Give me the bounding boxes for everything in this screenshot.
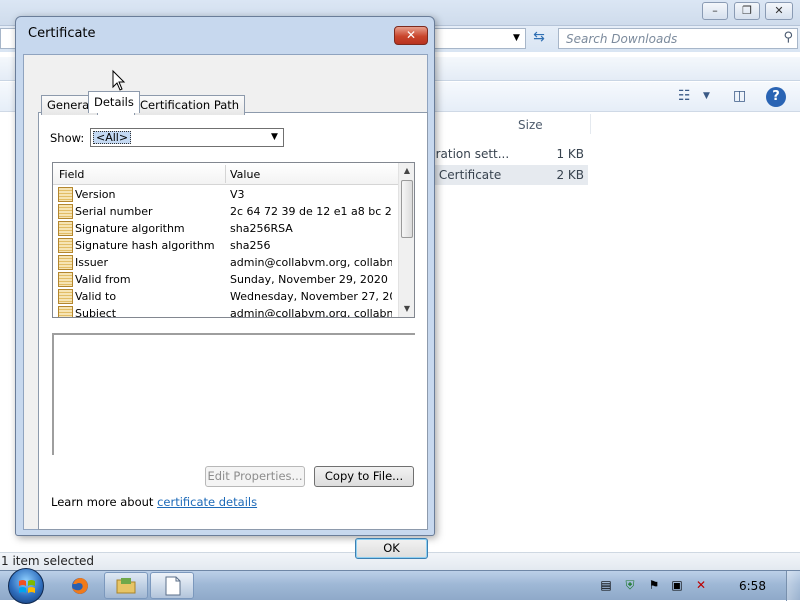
certificate-field-icon	[58, 255, 73, 270]
file-row[interactable]: uration sett... 1 KB	[420, 144, 588, 164]
taskbar: ▤ ⛨ ⚑ ▣ ✕ 6:58	[0, 568, 800, 604]
refresh-icon[interactable]: ⇆	[528, 28, 550, 49]
field-value: sha256	[230, 239, 271, 252]
edit-properties-button[interactable]: Edit Properties...	[205, 466, 305, 487]
status-text: 1 item selected	[1, 554, 95, 568]
file-row-selected[interactable]: y Certificate 2 KB	[420, 165, 588, 185]
field-detail-box[interactable]	[52, 333, 415, 455]
field-name: Serial number	[75, 205, 153, 218]
field-row[interactable]: Signature algorithm sha256RSA	[53, 220, 399, 237]
column-separator	[590, 114, 591, 134]
field-name: Issuer	[75, 256, 108, 269]
field-value: Sunday, November 29, 2020 1...	[230, 273, 392, 286]
field-row[interactable]: Valid to Wednesday, November 27, 20...	[53, 288, 399, 305]
field-value: sha256RSA	[230, 222, 293, 235]
preview-pane-icon[interactable]: ◫	[733, 88, 746, 104]
dialog-title: Certificate	[28, 26, 96, 41]
field-value: 2c 64 72 39 de 12 e1 a8 bc 22...	[230, 205, 392, 218]
field-row[interactable]: Subject admin@collabvm.org, collabne...	[53, 305, 399, 318]
maximize-button[interactable]: ❐	[734, 2, 760, 20]
field-value: V3	[230, 188, 245, 201]
minimize-button[interactable]: –	[702, 2, 728, 20]
file-name: uration sett...	[428, 147, 510, 161]
folder-icon	[116, 578, 136, 594]
field-row[interactable]: Valid from Sunday, November 29, 2020 1...	[53, 271, 399, 288]
field-value: admin@collabvm.org, collabne...	[230, 307, 392, 318]
copy-to-file-button[interactable]: Copy to File...	[314, 466, 414, 487]
scroll-thumb[interactable]	[401, 180, 413, 238]
field-value: Wednesday, November 27, 20...	[230, 290, 392, 303]
field-name: Version	[75, 188, 116, 201]
field-row[interactable]: Version V3	[53, 186, 399, 203]
clock[interactable]: 6:58	[739, 579, 766, 593]
explorer-close-button[interactable]: ✕	[765, 2, 793, 20]
show-select[interactable]: <All> ▼	[90, 128, 284, 147]
field-value: admin@collabvm.org, collabne...	[230, 256, 392, 269]
field-name: Valid to	[75, 290, 117, 303]
mouse-pointer-icon	[112, 69, 126, 91]
tab-details[interactable]: Details	[88, 91, 140, 113]
field-name: Subject	[75, 307, 117, 318]
dialog-client-area: General Details Certification Path Show:…	[23, 54, 428, 559]
tray-flag-icon[interactable]: ⚑	[647, 578, 661, 592]
windows-logo-icon	[19, 580, 35, 593]
start-button[interactable]	[8, 568, 44, 604]
scroll-up-icon[interactable]: ▲	[399, 163, 414, 179]
field-row[interactable]: Signature hash algorithm sha256	[53, 237, 399, 254]
certificate-details-link[interactable]: certificate details	[157, 495, 257, 509]
list-header: Field Value	[53, 163, 399, 185]
certificate-field-icon	[58, 306, 73, 317]
dialog-close-button[interactable]: ✕	[394, 26, 428, 45]
certificate-field-icon	[58, 238, 73, 253]
search-icon[interactable]: ⚲	[783, 30, 793, 45]
address-dropdown-icon[interactable]: ▼	[508, 28, 525, 49]
document-icon	[165, 576, 181, 596]
certificate-field-icon	[58, 187, 73, 202]
learn-more-text: Learn more about certificate details	[51, 495, 257, 509]
field-name: Signature algorithm	[75, 222, 185, 235]
vertical-scrollbar[interactable]: ▲ ▼	[398, 163, 414, 317]
search-input[interactable]: Search Downloads ⚲	[558, 28, 798, 49]
help-icon[interactable]: ?	[766, 87, 786, 107]
taskbar-explorer[interactable]	[104, 572, 148, 599]
show-select-value: <All>	[93, 131, 132, 144]
show-desktop-button[interactable]	[786, 571, 800, 601]
column-header-size[interactable]: Size	[518, 118, 543, 132]
file-name: y Certificate	[428, 168, 502, 182]
scroll-down-icon[interactable]: ▼	[399, 301, 414, 317]
field-name: Valid from	[75, 273, 131, 286]
column-separator[interactable]	[225, 165, 226, 183]
column-header-value[interactable]: Value	[230, 168, 260, 181]
file-size: 1 KB	[556, 147, 584, 161]
tray-document-icon[interactable]: ▤	[599, 578, 613, 592]
tray-volume-muted-icon[interactable]: ✕	[694, 578, 708, 592]
learn-more-prefix: Learn more about	[51, 495, 158, 509]
show-label: Show:	[50, 131, 85, 145]
tray-network-icon[interactable]: ▣	[670, 578, 684, 592]
search-placeholder: Search Downloads	[566, 32, 678, 46]
column-header-field[interactable]: Field	[59, 168, 84, 181]
taskbar-certificate[interactable]	[150, 572, 194, 599]
field-row[interactable]: Serial number 2c 64 72 39 de 12 e1 a8 bc …	[53, 203, 399, 220]
chevron-down-icon[interactable]: ▼	[266, 129, 283, 146]
views-icon[interactable]: ☷	[678, 88, 691, 104]
fields-list[interactable]: Field Value Version V3 Serial number 2c 64 …	[52, 162, 415, 318]
file-size: 2 KB	[556, 168, 584, 182]
certificate-field-icon	[58, 272, 73, 287]
field-row[interactable]: Issuer admin@collabvm.org, collabne...	[53, 254, 399, 271]
taskbar-firefox[interactable]	[58, 572, 102, 599]
tray-security-icon[interactable]: ⛨	[623, 578, 637, 592]
views-dropdown-icon[interactable]: ▼	[703, 91, 710, 101]
certificate-field-icon	[58, 289, 73, 304]
field-name: Signature hash algorithm	[75, 239, 215, 252]
tab-certification-path[interactable]: Certification Path	[134, 95, 246, 115]
certificate-dialog: Certificate ✕ General Details Certificat…	[15, 16, 435, 559]
firefox-icon	[72, 578, 88, 594]
certificate-field-icon	[58, 221, 73, 236]
certificate-field-icon	[58, 204, 73, 219]
ok-button[interactable]: OK	[355, 538, 428, 559]
